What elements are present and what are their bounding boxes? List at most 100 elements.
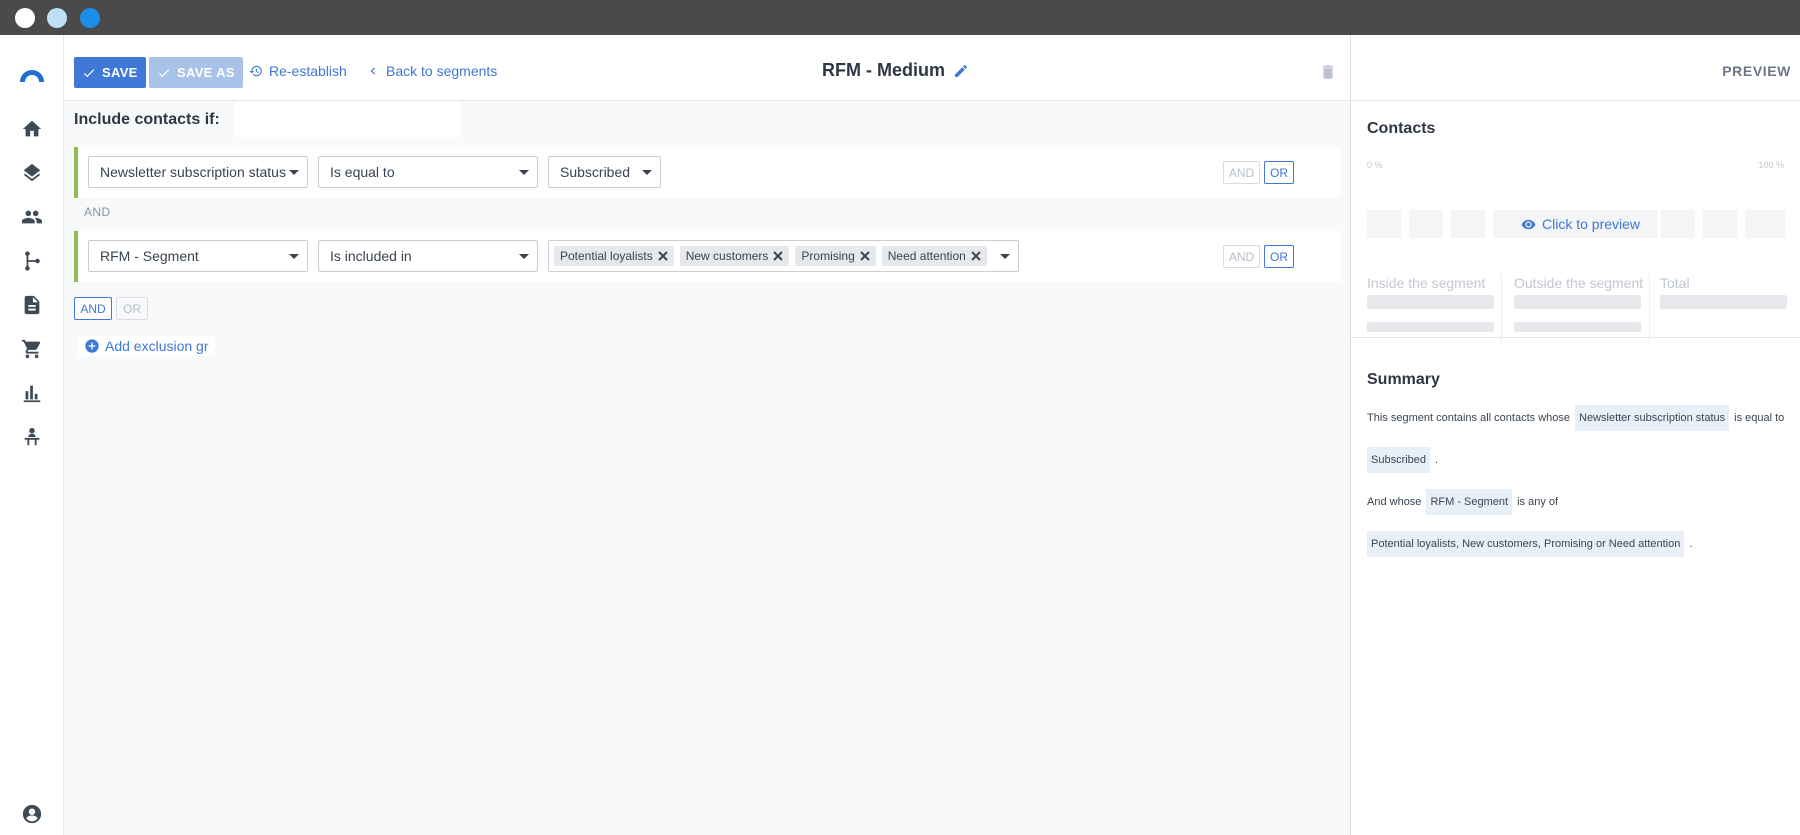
preview-bar-cell (1451, 210, 1485, 238)
window-close-icon[interactable] (15, 8, 35, 28)
summary-value-tag: Potential loyalists, New customers, Prom… (1367, 531, 1685, 557)
reestablish-label: Re-establish (269, 63, 347, 79)
cart-icon[interactable] (20, 337, 44, 361)
account-icon[interactable] (20, 802, 44, 826)
bar-chart-icon[interactable] (20, 381, 44, 405)
preview-bar-cell (1367, 210, 1401, 238)
summary-heading: Summary (1367, 371, 1440, 388)
field-select[interactable]: Newsletter subscription status (88, 156, 308, 188)
outside-value-placeholder (1514, 295, 1641, 309)
summary-line: This segment contains all contacts whose… (1367, 405, 1784, 431)
preview-header: PREVIEW (1351, 35, 1800, 101)
close-icon[interactable] (860, 251, 870, 261)
or-toggle[interactable]: OR (1264, 161, 1294, 184)
user-admin-icon[interactable] (20, 425, 44, 449)
scale-min: 0 % (1367, 160, 1383, 170)
inside-value-placeholder (1367, 295, 1494, 309)
or-toggle[interactable]: OR (1264, 245, 1294, 268)
summary-text: . (1435, 454, 1439, 466)
divider (1649, 273, 1650, 343)
eye-icon (1521, 219, 1536, 229)
value-chip: Need attention (881, 246, 987, 266)
summary-line: Potential loyalists, New customers, Prom… (1367, 531, 1692, 557)
logo-icon[interactable] (18, 62, 46, 86)
preview-panel: PREVIEW Contacts 0 % 100 % Click to prev… (1350, 35, 1800, 835)
summary-text: And whose (1367, 496, 1422, 508)
save-button[interactable]: SAVE (74, 57, 146, 88)
operator-value: Is included in (330, 248, 412, 264)
summary-value-tag: Subscribed (1367, 447, 1431, 473)
and-separator: AND (84, 205, 111, 219)
sidebar (0, 35, 64, 835)
home-icon[interactable] (20, 117, 44, 141)
segment-editor: SAVE SAVE AS Re-establish Back to segmen… (64, 35, 1350, 835)
summary-field-tag: Newsletter subscription status (1575, 405, 1730, 431)
condition-row: RFM - Segment Is included in Potential l… (74, 231, 1340, 282)
value-chip: New customers (679, 246, 790, 266)
back-label: Back to segments (386, 63, 498, 79)
close-icon[interactable] (658, 251, 668, 261)
toolbar-dropdown-gap (235, 101, 460, 137)
save-as-button[interactable]: SAVE AS (149, 57, 243, 88)
preview-bar-cell (1745, 210, 1785, 238)
operator-value: Is equal to (330, 164, 395, 180)
multi-value-select[interactable]: Potential loyalists New customers Promis… (548, 240, 1019, 272)
and-toggle[interactable]: AND (1223, 161, 1260, 184)
divider (1351, 337, 1800, 338)
summary-text: . (1689, 538, 1693, 550)
layers-icon[interactable] (20, 161, 44, 185)
operator-select[interactable]: Is included in (318, 240, 538, 272)
summary-text: is equal to (1734, 412, 1785, 424)
inside-label: Inside the segment (1367, 275, 1486, 291)
add-or-group-button[interactable]: OR (116, 297, 148, 320)
add-circle-icon (85, 339, 99, 353)
back-to-segments-link[interactable]: Back to segments (366, 63, 497, 79)
preview-tab[interactable]: PREVIEW (1722, 63, 1791, 79)
chip-label: Need attention (887, 249, 966, 263)
close-icon[interactable] (773, 251, 784, 261)
segment-title: RFM - Medium (822, 60, 945, 80)
automation-flow-icon[interactable] (20, 249, 44, 273)
add-and-group-button[interactable]: AND (74, 297, 112, 320)
window-maximize-icon[interactable] (80, 8, 100, 28)
document-icon[interactable] (20, 293, 44, 317)
preview-bar-cell (1409, 210, 1443, 238)
add-exclusion-group-button[interactable]: Add exclusion gr (78, 336, 215, 356)
save-label: SAVE (102, 65, 138, 80)
field-select[interactable]: RFM - Segment (88, 240, 308, 272)
value-chip: Promising (795, 246, 876, 266)
field-value: Newsletter subscription status (100, 164, 286, 180)
preview-bar-cell (1703, 210, 1737, 238)
reestablish-link[interactable]: Re-establish (249, 63, 347, 79)
add-exclusion-label: Add exclusion gr (105, 338, 209, 354)
check-icon (158, 68, 170, 77)
scale-max: 100 % (1758, 160, 1784, 170)
pencil-icon[interactable] (953, 63, 969, 79)
window-minimize-icon[interactable] (47, 8, 67, 28)
trash-icon[interactable] (1319, 62, 1337, 82)
field-value: RFM - Segment (100, 248, 199, 264)
divider (1501, 273, 1502, 343)
window-titlebar (0, 0, 1800, 35)
outside-percent-placeholder (1514, 322, 1641, 332)
history-icon (249, 65, 262, 77)
contacts-icon[interactable] (20, 205, 44, 229)
summary-text: This segment contains all contacts whose (1367, 412, 1570, 424)
total-value-placeholder (1660, 295, 1787, 309)
value-select[interactable]: Subscribed (548, 156, 661, 188)
click-to-preview-label: Click to preview (1542, 216, 1641, 232)
preview-bar-cell (1661, 210, 1695, 238)
save-as-label: SAVE AS (177, 65, 235, 80)
check-icon (83, 68, 95, 77)
chevron-down-icon (519, 254, 529, 259)
chevron-down-icon (519, 170, 529, 175)
contacts-heading: Contacts (1367, 120, 1436, 137)
close-icon[interactable] (971, 251, 981, 261)
chevron-left-icon (370, 67, 375, 75)
chip-label: New customers (685, 249, 769, 263)
chip-label: Potential loyalists (560, 249, 653, 263)
operator-select[interactable]: Is equal to (318, 156, 538, 188)
and-toggle[interactable]: AND (1223, 245, 1260, 268)
click-to-preview-button[interactable]: Click to preview (1521, 216, 1640, 232)
summary-field-tag: RFM - Segment (1426, 489, 1513, 515)
